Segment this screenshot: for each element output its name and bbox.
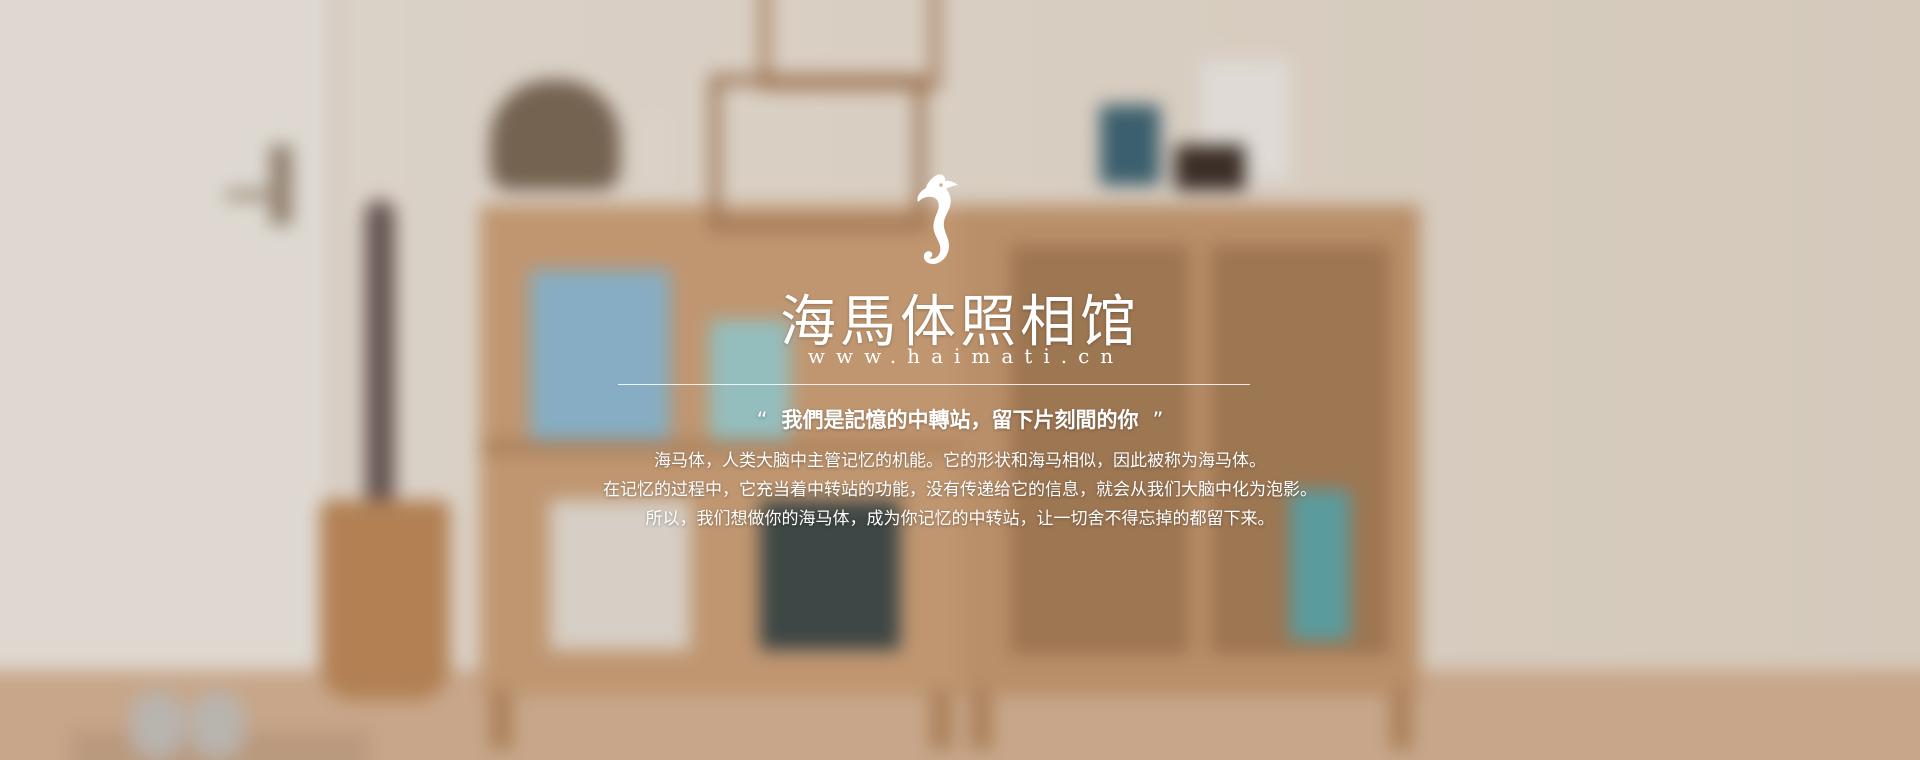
description-line: 海马体，人类大脑中主管记忆的机能。它的形状和海马相似，因此被称为海马体。 xyxy=(654,451,1266,471)
hero-banner: 海馬体照相馆 www.haimati.cn “我們是記憶的中轉站，留下片刻間的你… xyxy=(0,0,1920,760)
hero-content: 海馬体照相馆 www.haimati.cn “我們是記憶的中轉站，留下片刻間的你… xyxy=(0,0,1920,760)
description-line: 在记忆的过程中，它充当着中转站的功能，没有传递给它的信息，就会从我们大脑中化为泡… xyxy=(603,480,1317,500)
description-line: 所以，我们想做你的海马体，成为你记忆的中转站，让一切舍不得忘掉的都留下来。 xyxy=(645,509,1275,529)
slogan: “ 我們是記憶的中轉站，留下片刻間的你 ” xyxy=(0,404,1920,434)
brand-domain[interactable]: www.haimati.cn xyxy=(0,344,1920,368)
description: 海马体，人类大脑中主管记忆的机能。它的形状和海马相似，因此被称为海马体。 在记忆… xyxy=(0,447,1920,534)
slogan-text: 我們是記憶的中轉站，留下片刻間的你 xyxy=(781,408,1139,432)
divider xyxy=(618,384,1250,385)
close-quote: ” xyxy=(1152,408,1164,432)
seahorse-icon[interactable] xyxy=(905,172,965,270)
open-quote: “ xyxy=(756,408,768,432)
